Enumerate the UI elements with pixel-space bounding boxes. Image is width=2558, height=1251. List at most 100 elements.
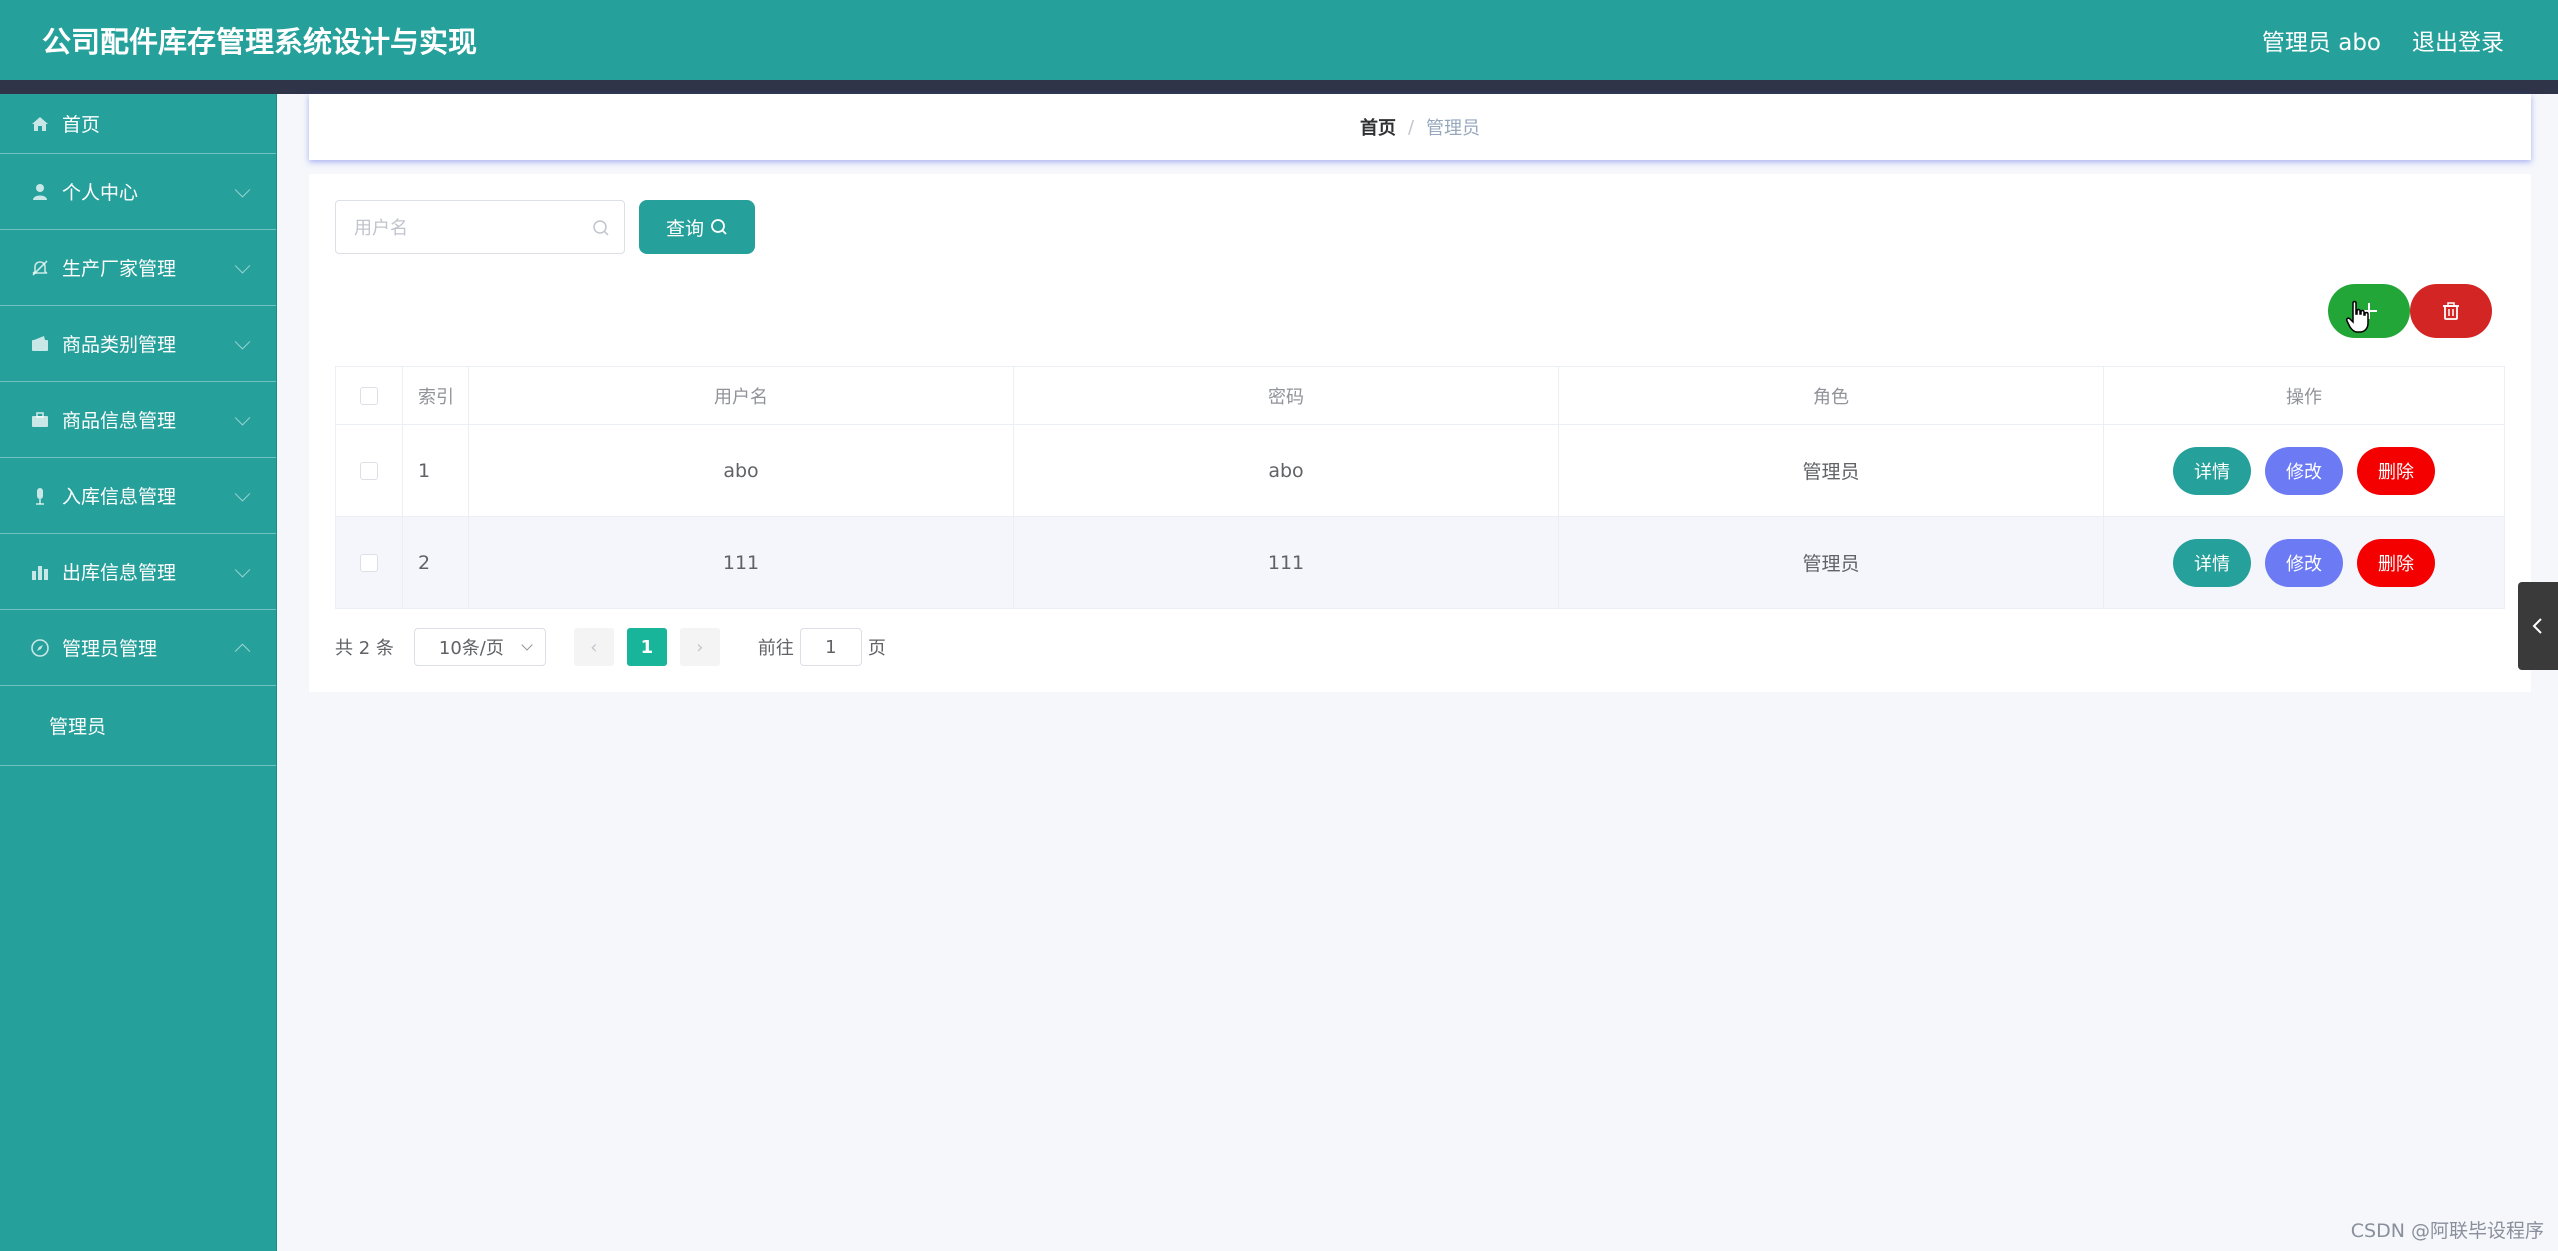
search-icon bbox=[711, 219, 727, 235]
sidebar-item-label: 管理员管理 bbox=[62, 638, 158, 660]
checkbox[interactable] bbox=[360, 554, 378, 572]
sidebar-item-home[interactable]: 首页 bbox=[0, 94, 276, 154]
sidebar-item-manufacturer[interactable]: 生产厂家管理 bbox=[0, 230, 276, 306]
sidebar-subitem-admin[interactable]: 管理员 bbox=[0, 686, 276, 766]
header-index: 索引 bbox=[402, 366, 469, 425]
sidebar-item-outbound[interactable]: 出库信息管理 bbox=[0, 534, 276, 610]
header-password: 密码 bbox=[1013, 366, 1559, 425]
sidebar-item-label: 首页 bbox=[62, 114, 101, 136]
sidebar-item-label: 商品类别管理 bbox=[62, 334, 177, 356]
chevron-right-icon: › bbox=[696, 636, 704, 658]
header-select-all[interactable] bbox=[335, 366, 403, 425]
cell-username: abo bbox=[468, 424, 1014, 517]
watermark: CSDN @阿联毕设程序 bbox=[2350, 1220, 2544, 1242]
sidebar-item-label: 个人中心 bbox=[62, 182, 139, 204]
row-select[interactable] bbox=[335, 516, 403, 609]
edit-button[interactable]: 修改 bbox=[2265, 446, 2343, 495]
chevron-down-icon bbox=[234, 409, 251, 426]
cell-index: 1 bbox=[402, 424, 469, 517]
query-button-label: 查询 bbox=[665, 217, 704, 240]
cell-index: 2 bbox=[402, 516, 469, 609]
sidebar-item-label: 商品信息管理 bbox=[62, 410, 177, 432]
cell-role: 管理员 bbox=[1558, 516, 2104, 609]
home-icon bbox=[30, 114, 50, 134]
bar-chart-icon bbox=[30, 562, 50, 582]
cell-username: 111 bbox=[468, 516, 1014, 609]
goto-suffix: 页 bbox=[867, 638, 886, 659]
search-placeholder: 用户名 bbox=[354, 218, 408, 239]
page-number-active[interactable]: 1 bbox=[626, 628, 667, 666]
app-title: 公司配件库存管理系统设计与实现 bbox=[42, 25, 478, 59]
sidebar-item-product[interactable]: 商品信息管理 bbox=[0, 382, 276, 458]
wallet-icon bbox=[30, 334, 50, 354]
header-actions: 操作 bbox=[2103, 366, 2505, 425]
search-input[interactable]: 用户名 bbox=[335, 200, 625, 254]
search-icon bbox=[593, 220, 609, 236]
goto-prefix: 前往 bbox=[757, 638, 794, 659]
row-select[interactable] bbox=[335, 424, 403, 517]
hand-cursor-icon bbox=[2346, 300, 2369, 333]
sidebar-item-label: 出库信息管理 bbox=[62, 562, 177, 584]
sidebar-item-label: 生产厂家管理 bbox=[62, 258, 177, 280]
chevron-up-icon bbox=[234, 643, 251, 659]
checkbox[interactable] bbox=[360, 387, 378, 405]
app-header: 公司配件库存管理系统设计与实现 管理员 abo 退出登录 bbox=[0, 0, 2558, 80]
query-button[interactable]: 查询 bbox=[639, 200, 755, 254]
cell-password: abo bbox=[1013, 424, 1559, 517]
sidebar-item-label: 入库信息管理 bbox=[62, 486, 177, 508]
goto-page-input[interactable]: 1 bbox=[799, 628, 862, 666]
chevron-down-icon bbox=[521, 639, 533, 651]
table-row: 1 abo abo 管理员 详情 修改 删除 bbox=[335, 424, 2505, 517]
delete-button[interactable]: 删除 bbox=[2357, 446, 2435, 495]
main-panel: 用户名 查询 索引 用户名 密码 角色 操作 1 abo abo 管理员 详情 … bbox=[309, 174, 2531, 692]
batch-delete-button[interactable] bbox=[2410, 284, 2492, 338]
sidebar-item-inbound[interactable]: 入库信息管理 bbox=[0, 458, 276, 534]
edit-button[interactable]: 修改 bbox=[2265, 538, 2343, 587]
collapse-panel-tab[interactable] bbox=[2518, 582, 2558, 670]
goto-page: 前往 1 页 bbox=[758, 628, 886, 666]
pagination: 共 2 条 10条/页 ‹ 1 › 前往 1 页 bbox=[335, 627, 886, 667]
admin-table: 索引 用户名 密码 角色 操作 1 abo abo 管理员 详情 修改 删除 2… bbox=[335, 366, 2505, 609]
prev-page-button[interactable]: ‹ bbox=[573, 628, 614, 666]
cell-role: 管理员 bbox=[1558, 424, 2104, 517]
chevron-left-icon bbox=[2532, 618, 2542, 634]
breadcrumb-current: 管理员 bbox=[1426, 118, 1481, 139]
sidebar: 首页 个人中心 生产厂家管理 商品类别管理 商品信息管理 入库信息管理 出库信息… bbox=[0, 94, 277, 1251]
current-user: 管理员 abo bbox=[2261, 30, 2381, 56]
cell-password: 111 bbox=[1013, 516, 1559, 609]
page-size-value: 10条/页 bbox=[438, 638, 504, 659]
bell-off-icon bbox=[30, 258, 50, 278]
checkbox[interactable] bbox=[360, 462, 378, 480]
header-user-area: 管理员 abo 退出登录 bbox=[2231, 23, 2504, 57]
user-icon bbox=[30, 182, 50, 202]
sidebar-item-category[interactable]: 商品类别管理 bbox=[0, 306, 276, 382]
logout-link[interactable]: 退出登录 bbox=[2412, 23, 2504, 57]
compass-icon bbox=[30, 638, 50, 658]
microphone-icon bbox=[30, 486, 50, 506]
chevron-left-icon: ‹ bbox=[590, 636, 598, 658]
sidebar-item-admin[interactable]: 管理员管理 bbox=[0, 610, 276, 686]
header-role: 角色 bbox=[1558, 366, 2104, 425]
chevron-down-icon bbox=[234, 257, 251, 274]
detail-button[interactable]: 详情 bbox=[2173, 538, 2251, 587]
chevron-down-icon bbox=[234, 485, 251, 502]
table-row: 2 111 111 管理员 详情 修改 删除 bbox=[335, 516, 2505, 609]
breadcrumb-separator: / bbox=[1407, 116, 1415, 138]
header-username: 用户名 bbox=[468, 366, 1014, 425]
trash-icon bbox=[2443, 302, 2459, 320]
breadcrumb: 首页 / 管理员 bbox=[309, 94, 2531, 160]
delete-button[interactable]: 删除 bbox=[2357, 538, 2435, 587]
breadcrumb-home[interactable]: 首页 bbox=[1360, 114, 1396, 140]
header-divider-bar bbox=[0, 80, 2558, 94]
table-header-row: 索引 用户名 密码 角色 操作 bbox=[335, 366, 2505, 425]
sidebar-item-profile[interactable]: 个人中心 bbox=[0, 154, 276, 230]
detail-button[interactable]: 详情 bbox=[2173, 446, 2251, 495]
cell-actions: 详情 修改 删除 bbox=[2103, 516, 2505, 609]
chevron-down-icon bbox=[234, 333, 251, 350]
cell-actions: 详情 修改 删除 bbox=[2103, 424, 2505, 517]
pagination-total: 共 2 条 bbox=[335, 638, 394, 659]
next-page-button[interactable]: › bbox=[679, 628, 720, 666]
chevron-down-icon bbox=[234, 181, 251, 198]
page-size-select[interactable]: 10条/页 bbox=[413, 628, 546, 666]
chevron-down-icon bbox=[234, 561, 251, 578]
